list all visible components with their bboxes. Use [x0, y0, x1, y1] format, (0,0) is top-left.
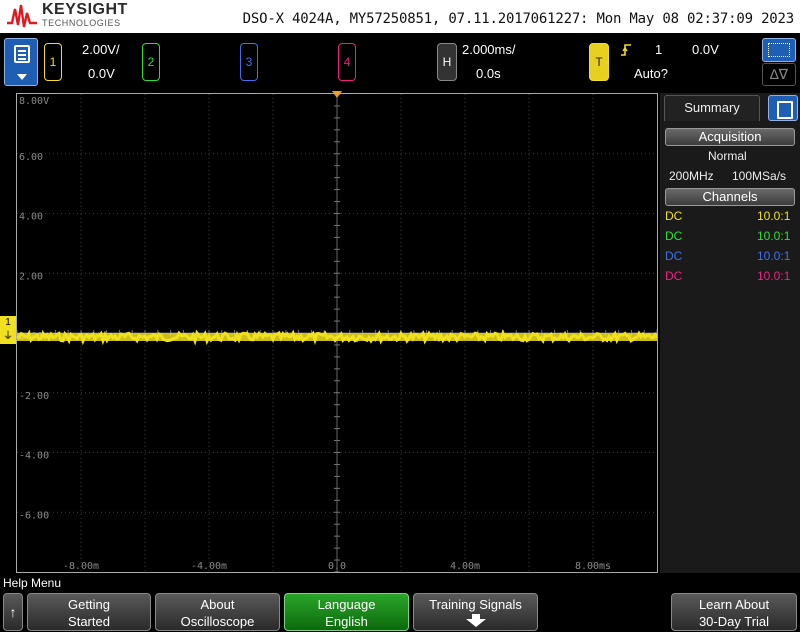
- channel-1-scale: 2.00V/: [82, 42, 120, 57]
- channel-4-number: 4: [343, 55, 351, 69]
- y-axis-label: 4.00: [19, 212, 43, 223]
- acquisition-header: Acquisition: [665, 128, 795, 146]
- y-axis-label: -4.00: [19, 451, 49, 462]
- getting-started-button[interactable]: Getting Started: [27, 593, 151, 631]
- trigger-button[interactable]: T: [589, 43, 609, 81]
- x-axis-label: 4.00m: [450, 561, 480, 572]
- channel-4-probe: 10.0:1: [757, 269, 791, 283]
- panel-menu-icon[interactable]: [768, 95, 798, 121]
- waveform-display[interactable]: 8.00V6.004.002.000.00-2.00-4.00-6.00-8.0…: [16, 93, 658, 573]
- softkey-3-line1: Language: [317, 597, 376, 612]
- channel-1-number: 1: [49, 55, 57, 69]
- learn-about-trial-button[interactable]: Learn About 30-Day Trial: [671, 593, 797, 631]
- graticule: 8.00V6.004.002.000.00-2.00-4.00-6.00-8.0…: [17, 94, 657, 572]
- menu-title: Help Menu: [3, 576, 62, 590]
- instrument-title: DSO-X 4024A, MY57250851, 07.11.201706122…: [242, 11, 795, 27]
- channels-header: Channels: [665, 188, 795, 206]
- tab-summary[interactable]: Summary: [664, 95, 760, 121]
- trigger-position-marker: [332, 91, 342, 98]
- channel-3-coupling: DC: [665, 249, 683, 263]
- channel-4-button[interactable]: 4: [338, 43, 356, 81]
- channel-1-trace-band: [17, 333, 657, 341]
- delta-icon: ∆∇: [770, 66, 788, 82]
- zoom-select-button[interactable]: [762, 38, 796, 62]
- x-axis-label: 0.0: [328, 561, 346, 572]
- main-menu-button[interactable]: [4, 38, 38, 86]
- language-button[interactable]: Language English: [284, 593, 409, 631]
- softkey-2-line1: About: [200, 597, 235, 612]
- channel-bar: [0, 33, 800, 90]
- header-bar: KEYSIGHT TECHNOLOGIES DSO-X 4024A, MY572…: [0, 0, 800, 33]
- softkey-1-line2: Started: [68, 614, 110, 629]
- summary-panel: Summary Acquisition Normal 200MHz 100MSa…: [660, 93, 800, 573]
- channel-2-button[interactable]: 2: [142, 43, 160, 81]
- y-axis-label: 6.00: [19, 152, 43, 163]
- channel-2-number: 2: [147, 55, 155, 69]
- channel-3-button[interactable]: 3: [240, 43, 258, 81]
- y-axis-label: -2.00: [19, 391, 49, 402]
- training-signals-button[interactable]: Training Signals: [413, 593, 538, 631]
- rising-edge-icon: [621, 44, 631, 56]
- x-axis-label: -8.00m: [63, 561, 99, 572]
- softkey-3-line2: English: [325, 614, 368, 629]
- channel-1-ground-marker[interactable]: 1 ⏚: [0, 316, 16, 344]
- about-oscilloscope-button[interactable]: About Oscilloscope: [155, 593, 280, 631]
- y-axis-label: 8.00V: [19, 96, 49, 107]
- softkey-6-line1: Learn About: [698, 597, 770, 612]
- selection-icon: [768, 43, 790, 57]
- channel-1-button[interactable]: 1: [44, 43, 62, 81]
- keysight-logo-icon: [7, 4, 37, 28]
- trigger-source: 1: [655, 42, 663, 57]
- softkey-4-line1: Training Signals: [429, 597, 522, 612]
- waveform-math-button[interactable]: ∆∇: [762, 63, 796, 86]
- arrow-up-icon: ↑: [9, 604, 17, 620]
- softkey-6-line2: 30-Day Trial: [698, 614, 770, 629]
- horizontal-label: H: [442, 55, 452, 69]
- channel-3-probe: 10.0:1: [757, 249, 791, 263]
- timebase-value: 2.000ms/: [462, 42, 516, 57]
- channel-1-offset: 0.0V: [88, 66, 115, 81]
- ground-icon: ⏚: [3, 331, 13, 342]
- brand-subtitle: TECHNOLOGIES: [42, 18, 121, 28]
- channel-2-coupling: DC: [665, 229, 683, 243]
- channel-1-marker-label: 1: [5, 317, 11, 328]
- x-axis-label: 8.00ms: [575, 561, 611, 572]
- brand-name: KEYSIGHT: [42, 1, 128, 18]
- trigger-level: 0.0V: [692, 42, 719, 57]
- chevron-down-icon: [17, 74, 27, 80]
- channel-4-coupling: DC: [665, 269, 683, 283]
- arrow-down-icon: [465, 614, 486, 627]
- menu-icon: [14, 45, 30, 63]
- channel-1-coupling: DC: [665, 209, 683, 223]
- horizontal-delay: 0.0s: [476, 66, 501, 81]
- channel-2-probe: 10.0:1: [757, 229, 791, 243]
- trigger-mode: Auto?: [634, 66, 668, 81]
- softkey-2-line2: Oscilloscope: [180, 614, 255, 629]
- y-axis-label: -6.00: [19, 510, 49, 521]
- y-axis-label: 2.00: [19, 271, 43, 282]
- sample-rate-value: 100MSa/s: [732, 169, 787, 183]
- channel-3-number: 3: [245, 55, 253, 69]
- acquisition-mode: Normal: [708, 149, 747, 163]
- channel-1-probe: 10.0:1: [757, 209, 791, 223]
- x-axis-label: -4.00m: [191, 561, 227, 572]
- menu-up-button[interactable]: ↑: [3, 593, 23, 631]
- bandwidth-value: 200MHz: [669, 169, 714, 183]
- trigger-label: T: [595, 55, 603, 69]
- softkey-1-line1: Getting: [68, 597, 110, 612]
- horizontal-button[interactable]: H: [437, 43, 457, 81]
